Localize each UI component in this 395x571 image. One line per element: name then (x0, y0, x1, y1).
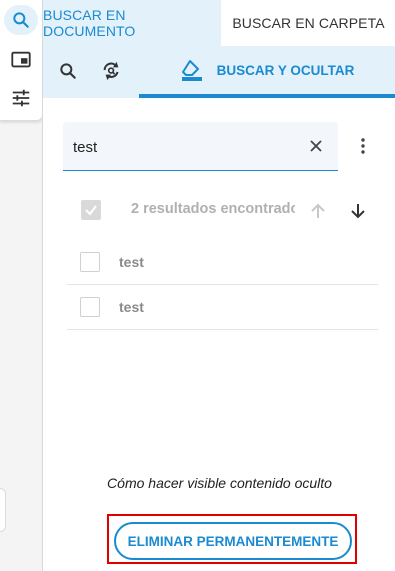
search-rail-button[interactable] (4, 5, 38, 35)
settings-rail-button[interactable] (4, 83, 38, 113)
result-row[interactable]: test (67, 240, 378, 285)
search-refresh-icon (103, 61, 119, 81)
result-checkbox[interactable] (80, 297, 100, 317)
panel-icon (11, 51, 31, 68)
delete-permanently-button[interactable]: ELIMINAR PERMANENTEMENTE (114, 522, 352, 560)
result-text: test (119, 299, 144, 315)
results-count: 2 resultados encontrados (131, 201, 295, 217)
result-checkbox[interactable] (80, 252, 100, 272)
clear-search-button[interactable] (304, 134, 328, 158)
sliders-icon (12, 89, 30, 107)
search-icon (13, 12, 29, 28)
close-icon (310, 140, 322, 152)
subtab-label: BUSCAR Y OCULTAR (216, 62, 355, 78)
search-input[interactable] (71, 134, 295, 160)
result-row[interactable]: test (67, 285, 378, 330)
select-all-checkbox[interactable] (81, 200, 101, 220)
search-toolbar: BUSCAR Y OCULTAR (43, 46, 395, 98)
next-result-button[interactable] (345, 198, 371, 224)
collapsed-panel-handle[interactable] (0, 488, 6, 532)
kebab-icon (361, 138, 365, 154)
active-tab-indicator (139, 94, 395, 98)
tab-search-and-redact[interactable]: BUSCAR Y OCULTAR (139, 46, 395, 98)
search-field (63, 122, 338, 171)
previous-result-button[interactable] (305, 198, 331, 224)
result-text: test (119, 254, 144, 270)
search-refresh-button[interactable] (97, 56, 127, 86)
tab-bar: BUSCAR EN DOCUMENTO BUSCAR EN CARPETA (43, 0, 395, 46)
search-options-button[interactable] (351, 134, 375, 158)
check-icon (85, 205, 97, 216)
arrow-down-icon (351, 204, 365, 219)
tab-search-document[interactable]: BUSCAR EN DOCUMENTO (43, 0, 221, 46)
search-button[interactable] (53, 56, 83, 86)
tab-search-folder[interactable]: BUSCAR EN CARPETA (221, 0, 395, 46)
search-icon (60, 63, 76, 79)
search-panel: BUSCAR EN DOCUMENTO BUSCAR EN CARPETA BU… (42, 0, 395, 571)
unhide-content-help-link[interactable]: Cómo hacer visible contenido oculto (43, 475, 395, 491)
left-toolbar (0, 0, 43, 121)
subtab-content: BUSCAR Y OCULTAR (139, 46, 395, 94)
panel-rail-button[interactable] (4, 45, 38, 75)
eraser-icon (181, 60, 202, 81)
arrow-up-icon (311, 203, 325, 218)
